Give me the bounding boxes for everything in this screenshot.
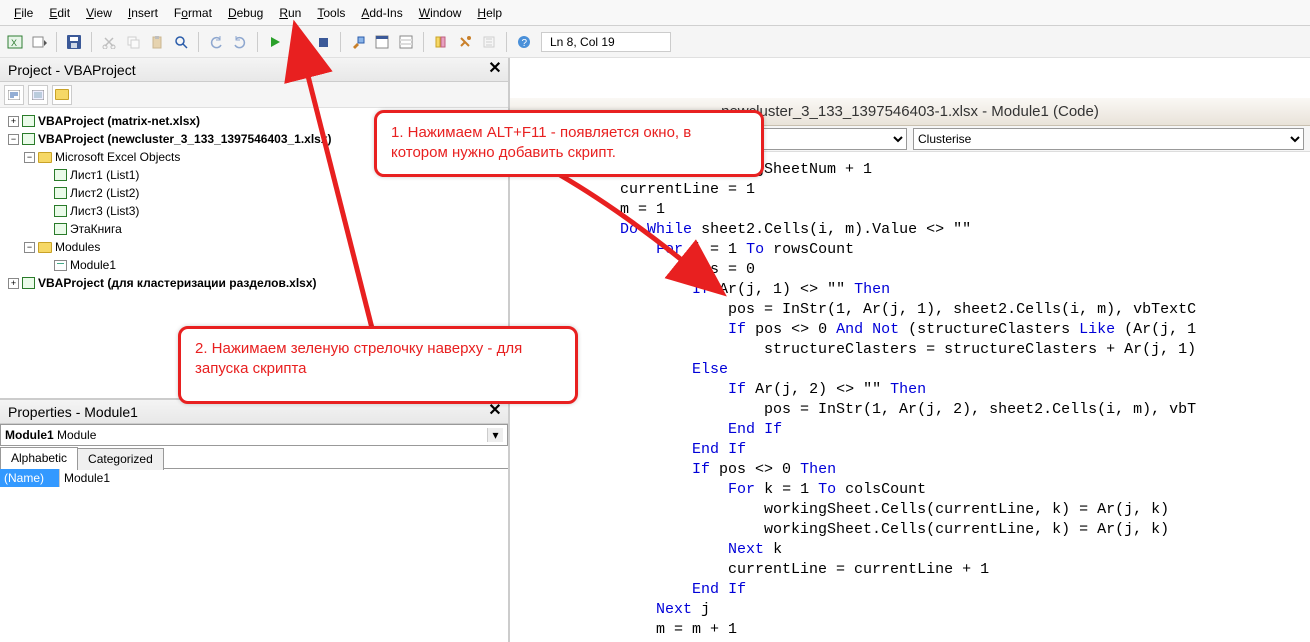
sheet-icon: [54, 187, 67, 199]
expand-icon[interactable]: +: [8, 278, 19, 289]
toolbox-icon[interactable]: [454, 31, 476, 53]
project-node[interactable]: VBAProject (для кластеризации разделов.x…: [38, 274, 317, 292]
tab-categorized[interactable]: Categorized: [77, 448, 164, 470]
collapse-icon[interactable]: −: [24, 242, 35, 253]
close-icon[interactable]: ✕: [486, 403, 504, 421]
redo-icon[interactable]: [229, 31, 251, 53]
close-icon[interactable]: ✕: [486, 61, 504, 79]
design-mode-icon[interactable]: [347, 31, 369, 53]
properties-tabs: Alphabetic Categorized: [0, 446, 508, 468]
tab-alphabetic[interactable]: Alphabetic: [0, 447, 78, 469]
tab-order-icon[interactable]: [478, 31, 500, 53]
excel-icon[interactable]: X: [4, 31, 26, 53]
project-toolbar: [0, 82, 508, 108]
project-explorer-icon[interactable]: [371, 31, 393, 53]
view-object-icon[interactable]: [28, 85, 48, 105]
help-icon[interactable]: ?: [513, 31, 535, 53]
pause-icon[interactable]: [288, 31, 310, 53]
menu-bar: File Edit View Insert Format Debug Run T…: [0, 0, 1310, 26]
annotation-callout-1: 1. Нажимаем ALT+F11 - появляется окно, в…: [374, 110, 764, 177]
toolbar: X ? Ln 8, Col 19: [0, 26, 1310, 58]
undo-icon[interactable]: [205, 31, 227, 53]
menu-window[interactable]: Window: [411, 3, 470, 23]
find-icon[interactable]: [170, 31, 192, 53]
modules-folder[interactable]: Modules: [55, 238, 100, 256]
project-panel-title: Project - VBAProject ✕: [0, 58, 508, 82]
sheet-node[interactable]: Лист1 (List1): [70, 166, 139, 184]
vba-project-icon: [22, 115, 35, 127]
sheet-icon: [54, 205, 67, 217]
vba-project-icon: [22, 277, 35, 289]
thisworkbook-node[interactable]: ЭтаКнига: [70, 220, 122, 238]
copy-icon[interactable]: [122, 31, 144, 53]
stop-icon[interactable]: [312, 31, 334, 53]
module-icon: [54, 260, 67, 271]
sheet-node[interactable]: Лист3 (List3): [70, 202, 139, 220]
properties-grid[interactable]: (Name) Module1: [0, 468, 508, 588]
chevron-down-icon[interactable]: ▾: [487, 428, 503, 442]
expand-icon[interactable]: +: [8, 116, 19, 127]
excel-objects-folder[interactable]: Microsoft Excel Objects: [55, 148, 180, 166]
insert-dropdown-icon[interactable]: [28, 31, 50, 53]
menu-addins[interactable]: Add-Ins: [353, 3, 410, 23]
code-editor[interactable]: (etNum = workingSheetNum + 1 currentLine…: [510, 152, 1310, 642]
properties-window-icon[interactable]: [395, 31, 417, 53]
procedure-combo[interactable]: Clusterise: [913, 128, 1304, 150]
sheet-icon: [54, 169, 67, 181]
vba-project-icon: [22, 133, 35, 145]
menu-debug[interactable]: Debug: [220, 3, 271, 23]
sheet-node[interactable]: Лист2 (List2): [70, 184, 139, 202]
menu-edit[interactable]: Edit: [41, 3, 78, 23]
properties-panel-title-text: Properties - Module1: [8, 404, 138, 420]
workbook-icon: [54, 223, 67, 235]
menu-view[interactable]: View: [78, 3, 120, 23]
project-node[interactable]: VBAProject (newcluster_3_133_1397546403_…: [38, 130, 332, 148]
project-panel-title-text: Project - VBAProject: [8, 62, 136, 78]
property-name-cell[interactable]: (Name): [0, 469, 60, 487]
menu-run[interactable]: Run: [271, 3, 309, 23]
cut-icon[interactable]: [98, 31, 120, 53]
annotation-callout-2: 2. Нажимаем зеленую стрелочку наверху - …: [178, 326, 578, 404]
svg-text:X: X: [11, 38, 17, 48]
collapse-icon[interactable]: −: [24, 152, 35, 163]
save-icon[interactable]: [63, 31, 85, 53]
folder-icon: [38, 242, 52, 253]
project-node[interactable]: VBAProject (matrix-net.xlsx): [38, 112, 200, 130]
menu-tools[interactable]: Tools: [309, 3, 353, 23]
paste-icon[interactable]: [146, 31, 168, 53]
property-value-cell[interactable]: Module1: [60, 469, 508, 487]
folder-icon: [38, 152, 52, 163]
view-code-icon[interactable]: [4, 85, 24, 105]
toggle-folders-icon[interactable]: [52, 85, 72, 105]
object-browser-icon[interactable]: [430, 31, 452, 53]
menu-help[interactable]: Help: [469, 3, 510, 23]
collapse-icon[interactable]: −: [8, 134, 19, 145]
menu-insert[interactable]: Insert: [120, 3, 166, 23]
menu-format[interactable]: Format: [166, 3, 220, 23]
module-node[interactable]: Module1: [70, 256, 116, 274]
object-selector[interactable]: Module1 Module ▾: [0, 424, 508, 446]
cursor-position: Ln 8, Col 19: [541, 32, 671, 52]
menu-file[interactable]: File: [6, 3, 41, 23]
svg-text:?: ?: [522, 38, 528, 49]
run-icon[interactable]: [264, 31, 286, 53]
